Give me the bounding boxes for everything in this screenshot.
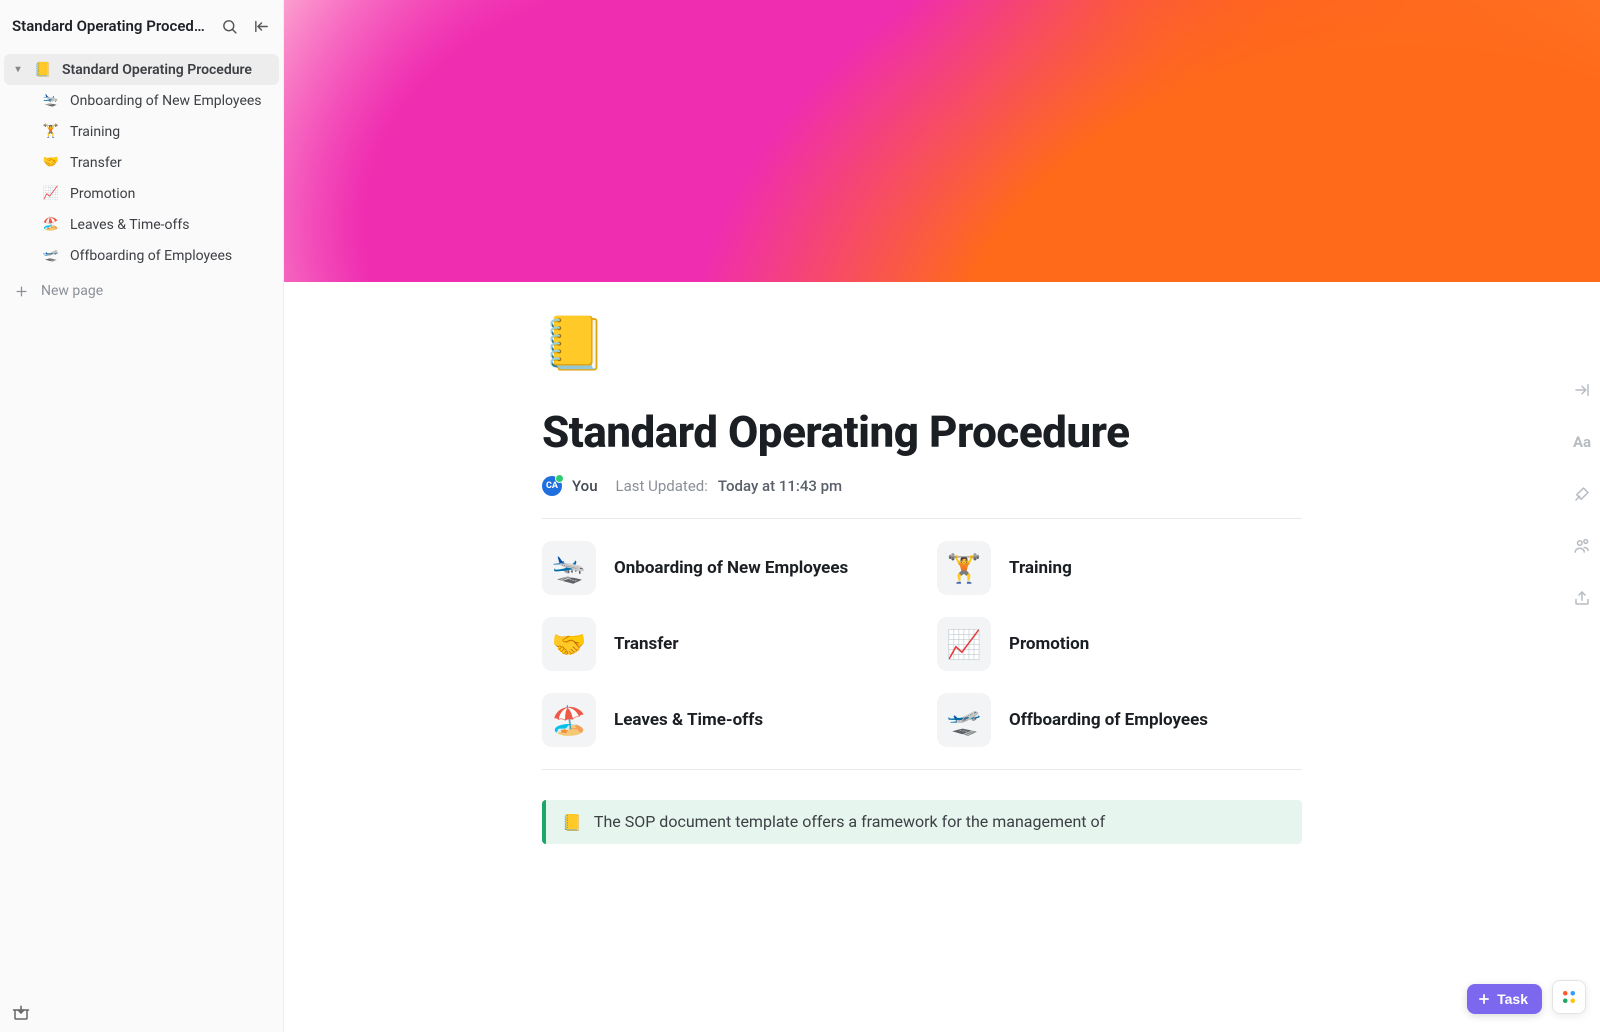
plus-icon: [1477, 992, 1491, 1006]
weightlifter-icon: 🏋️: [42, 124, 60, 139]
sidebar-item-label: Standard Operating Procedure: [62, 62, 252, 78]
callout-block[interactable]: 📒 The SOP document template offers a fra…: [542, 800, 1302, 844]
sidebar-item-label: Offboarding of Employees: [70, 248, 232, 264]
right-rail: Aa: [1572, 380, 1592, 608]
divider: [542, 769, 1302, 770]
sidebar-item-offboarding[interactable]: 🛫 Offboarding of Employees: [4, 240, 279, 271]
new-page-label: New page: [41, 283, 103, 299]
arriving-plane-icon: 🛬: [542, 541, 596, 595]
handshake-icon: 🤝: [42, 155, 60, 170]
card-transfer[interactable]: 🤝 Transfer: [542, 617, 907, 671]
last-updated-value: Today at 11:43 pm: [718, 477, 842, 495]
card-offboarding[interactable]: 🛫 Offboarding of Employees: [937, 693, 1302, 747]
plus-icon: [14, 284, 29, 299]
search-icon[interactable]: [217, 14, 241, 38]
sidebar-item-transfer[interactable]: 🤝 Transfer: [4, 147, 279, 178]
author-label: You: [572, 477, 598, 495]
chart-increasing-icon: 📈: [937, 617, 991, 671]
card-onboarding[interactable]: 🛬 Onboarding of New Employees: [542, 541, 907, 595]
callout-text: The SOP document template offers a frame…: [594, 812, 1105, 831]
notebook-icon: 📒: [34, 62, 52, 78]
card-label: Onboarding of New Employees: [614, 558, 848, 578]
avatar[interactable]: CA: [542, 476, 562, 496]
sidebar-item-root[interactable]: ▾ 📒 Standard Operating Procedure: [4, 54, 279, 85]
collaborators-icon[interactable]: [1572, 536, 1592, 556]
sidebar-item-label: Training: [70, 124, 120, 140]
sidebar-item-promotion[interactable]: 📈 Promotion: [4, 178, 279, 209]
new-page-button[interactable]: New page: [0, 275, 283, 307]
apps-launcher-button[interactable]: [1552, 980, 1586, 1014]
cover-image[interactable]: [284, 0, 1600, 282]
doc-hero-icon[interactable]: 📒: [542, 318, 1302, 370]
card-label: Training: [1009, 558, 1072, 578]
beach-umbrella-icon: 🏖️: [542, 693, 596, 747]
typography-icon[interactable]: Aa: [1572, 432, 1592, 452]
page-title[interactable]: Standard Operating Procedure: [542, 406, 1302, 458]
main-content: 📒 Standard Operating Procedure CA You La…: [284, 0, 1600, 1032]
weightlifter-icon: 🏋️: [937, 541, 991, 595]
card-label: Promotion: [1009, 634, 1089, 654]
chevron-down-icon[interactable]: ▾: [12, 64, 24, 75]
archive-icon[interactable]: [12, 1004, 30, 1022]
beach-umbrella-icon: 🏖️: [42, 217, 60, 232]
chart-increasing-icon: 📈: [42, 186, 60, 201]
card-promotion[interactable]: 📈 Promotion: [937, 617, 1302, 671]
sidebar-item-label: Promotion: [70, 186, 135, 202]
sidebar: Standard Operating Procedure ▾ 📒 Standar…: [0, 0, 284, 1032]
task-button-label: Task: [1497, 991, 1528, 1007]
sidebar-item-training[interactable]: 🏋️ Training: [4, 116, 279, 147]
notebook-icon: 📒: [562, 813, 582, 832]
card-label: Offboarding of Employees: [1009, 710, 1208, 730]
card-label: Leaves & Time-offs: [614, 710, 763, 730]
card-training[interactable]: 🏋️ Training: [937, 541, 1302, 595]
last-updated-label: Last Updated:: [616, 477, 708, 495]
card-leaves[interactable]: 🏖️ Leaves & Time-offs: [542, 693, 907, 747]
sidebar-title: Standard Operating Procedure: [12, 17, 209, 35]
doc-meta: CA You Last Updated: Today at 11:43 pm: [542, 476, 1302, 496]
arriving-plane-icon: 🛬: [42, 93, 60, 108]
collapse-sidebar-icon[interactable]: [249, 14, 273, 38]
divider: [542, 518, 1302, 519]
handshake-icon: 🤝: [542, 617, 596, 671]
sidebar-item-leaves[interactable]: 🏖️ Leaves & Time-offs: [4, 209, 279, 240]
departing-plane-icon: 🛫: [42, 248, 60, 263]
sidebar-item-label: Onboarding of New Employees: [70, 93, 262, 109]
expand-width-icon[interactable]: [1572, 380, 1592, 400]
sidebar-item-onboarding[interactable]: 🛬 Onboarding of New Employees: [4, 85, 279, 116]
apps-grid-icon: [1560, 988, 1578, 1006]
sidebar-item-label: Leaves & Time-offs: [70, 217, 189, 233]
sidebar-item-label: Transfer: [70, 155, 122, 171]
card-label: Transfer: [614, 634, 679, 654]
ai-assist-icon[interactable]: [1572, 484, 1592, 504]
new-task-button[interactable]: Task: [1467, 984, 1542, 1014]
departing-plane-icon: 🛫: [937, 693, 991, 747]
share-icon[interactable]: [1572, 588, 1592, 608]
